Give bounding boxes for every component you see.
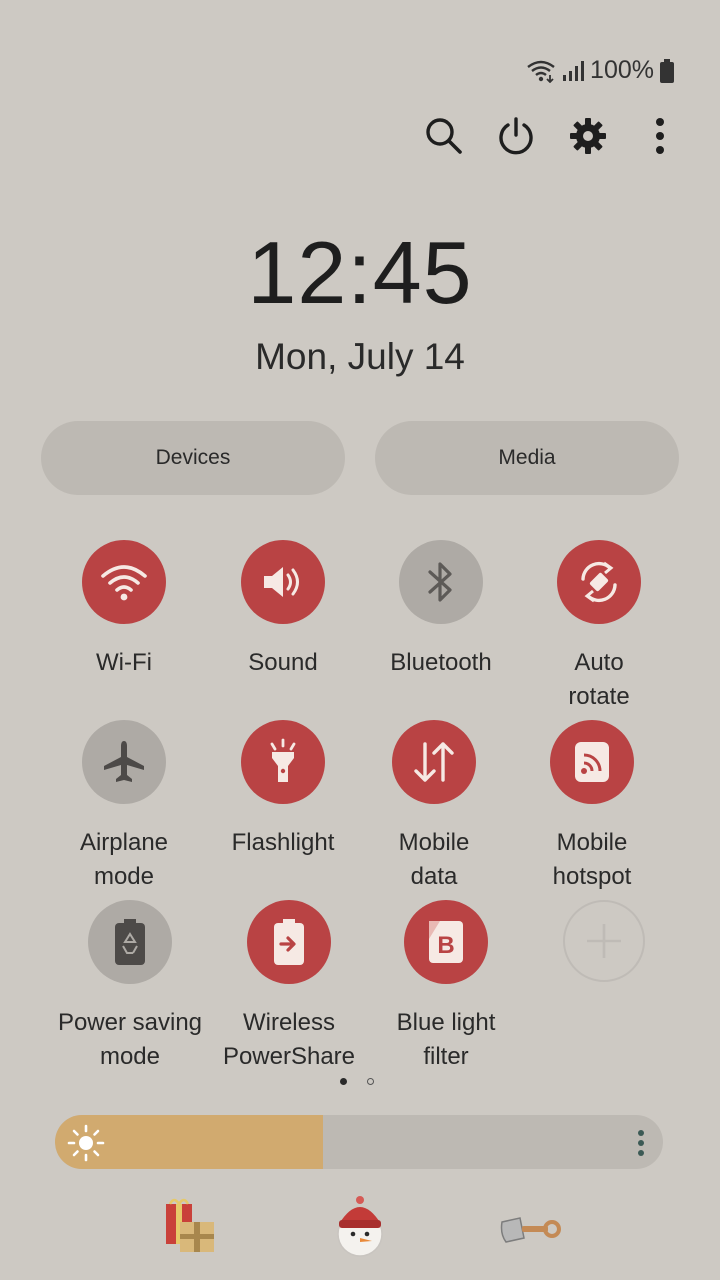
flashlight-icon[interactable] (241, 720, 325, 804)
tile-hotspot[interactable]: Mobile hotspot (512, 720, 672, 894)
tile-mobile-data[interactable]: Mobile data (354, 720, 514, 894)
sun-icon (67, 1124, 105, 1167)
tile-sound[interactable]: Sound (203, 540, 363, 680)
tile-label: Auto rotate (568, 649, 630, 710)
tile-add[interactable] (524, 900, 684, 982)
media-button[interactable]: Media (375, 421, 679, 495)
bluetooth-icon[interactable] (399, 540, 483, 624)
tile-blue-light-filter[interactable]: B Blue light filter (366, 900, 526, 1074)
wifi-status-icon (526, 59, 556, 83)
clock-time[interactable]: 12:45 (0, 222, 720, 324)
shovel-icon (498, 1210, 568, 1280)
mobile-data-icon[interactable] (392, 720, 476, 804)
tile-power-saving[interactable]: Power saving mode (50, 900, 210, 1074)
tile-label: Flashlight (231, 829, 335, 856)
bottom-icons (0, 1196, 720, 1266)
power-icon[interactable] (496, 110, 536, 162)
tile-bluetooth[interactable]: Bluetooth (361, 540, 521, 680)
tile-flashlight[interactable]: Flashlight (203, 720, 363, 860)
page-indicator (340, 1078, 374, 1085)
tile-label: Bluetooth (390, 649, 492, 676)
battery-icon (660, 58, 674, 83)
powershare-icon[interactable] (247, 900, 331, 984)
search-icon[interactable] (424, 110, 464, 162)
battery-percent: 100% (590, 56, 654, 84)
airplane-icon[interactable] (82, 720, 166, 804)
page-dot-inactive[interactable] (367, 1078, 374, 1085)
tile-label: Power saving mode (57, 1009, 203, 1070)
snowman-icon (330, 1196, 400, 1266)
tile-label: Wi-Fi (96, 649, 152, 676)
tile-wifi[interactable]: Wi-Fi (44, 540, 204, 680)
battery-saver-icon[interactable] (88, 900, 172, 984)
gear-icon[interactable] (568, 110, 608, 162)
svg-text:B: B (437, 932, 454, 959)
blue-light-icon[interactable]: B (404, 900, 488, 984)
tile-label: Airplane mode (79, 829, 169, 890)
page-dot-active[interactable] (340, 1078, 347, 1085)
tile-label: Wireless PowerShare (222, 1009, 356, 1070)
more-vertical-icon[interactable] (640, 110, 680, 162)
devices-button[interactable]: Devices (41, 421, 345, 495)
brightness-slider[interactable] (55, 1115, 663, 1169)
top-actions (424, 110, 680, 162)
clock-date[interactable]: Mon, July 14 (0, 336, 720, 378)
sound-icon[interactable] (241, 540, 325, 624)
tile-airplane[interactable]: Airplane mode (44, 720, 204, 894)
add-icon[interactable] (563, 900, 645, 982)
tile-label: Mobile data (398, 829, 470, 890)
tile-label: Mobile hotspot (552, 829, 632, 890)
wifi-icon[interactable] (82, 540, 166, 624)
auto-rotate-icon[interactable] (557, 540, 641, 624)
tile-auto-rotate[interactable]: Auto rotate (519, 540, 679, 714)
tile-label: Sound (248, 649, 318, 676)
tile-wireless-powershare[interactable]: Wireless PowerShare (209, 900, 369, 1074)
status-bar: 100% (526, 56, 674, 85)
brightness-more-icon[interactable] (637, 1129, 645, 1162)
tile-label: Blue light filter (396, 1009, 496, 1070)
hotspot-icon[interactable] (550, 720, 634, 804)
gifts-icon (160, 1196, 230, 1266)
signal-icon (562, 60, 585, 82)
